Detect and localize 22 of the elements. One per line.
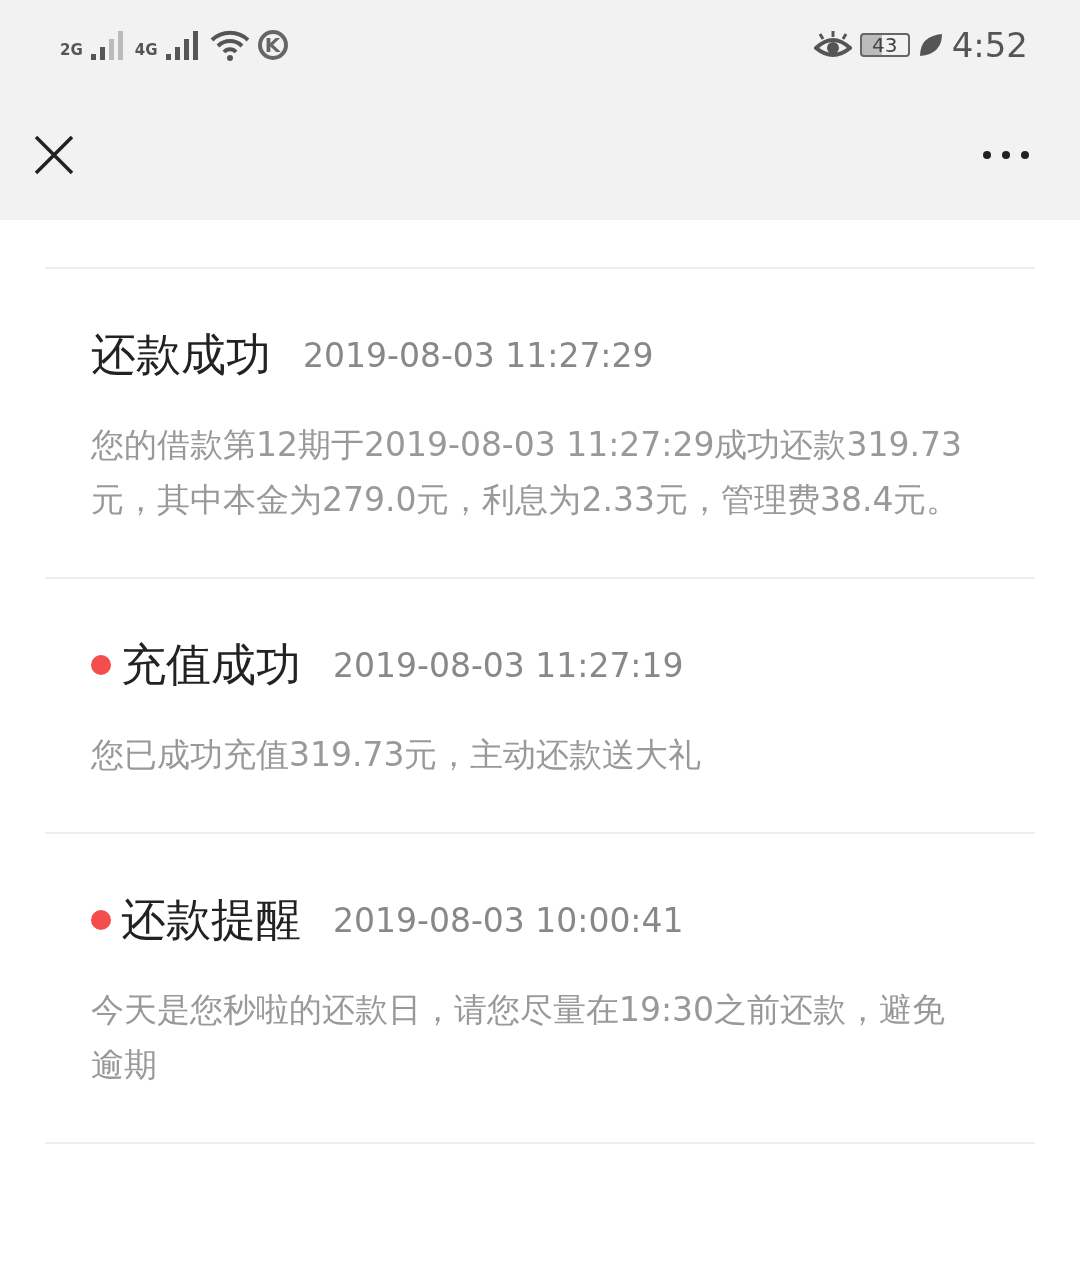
k-badge-icon: K: [257, 30, 288, 60]
sim-label: 2G: [60, 41, 83, 59]
battery-level: 43: [859, 33, 910, 57]
message-body: 今天是您秒啦的还款日，请您尽量在19:30之前还款，避免逾期: [91, 989, 947, 1086]
message-item[interactable]: 还款提醒 2019-08-03 10:00:41 今天是您秒啦的还款日，请您尽量在19:30之前还款，避免逾期: [45, 834, 1035, 1144]
message-title: 还款提醒: [121, 892, 301, 948]
message-title: 还款成功: [91, 327, 271, 383]
message-time: 2019-08-03 10:00:41: [333, 900, 684, 940]
eye-icon: [813, 30, 852, 60]
more-button[interactable]: [982, 150, 1030, 160]
leaf-icon: [917, 32, 944, 58]
message-title: 充值成功: [121, 637, 301, 693]
wifi-icon: [209, 29, 250, 61]
message-body: 您已成功充值319.73元，主动还款送大礼: [91, 734, 703, 776]
close-button[interactable]: [34, 135, 74, 175]
message-item[interactable]: 还款成功 2019-08-03 11:27:29 您的借款第12期于2019-08-03 11:27:29成功还款319.73元，其中本金为279.0元，利息为2.33元，管理费38.4元。: [45, 269, 1035, 579]
sim-label: 4G: [134, 41, 158, 59]
message-body: 您的借款第12期于2019-08-03 11:27:29成功还款319.73元，其中本金为279.0元，利息为2.33元，管理费38.4元。: [91, 424, 963, 521]
message-item[interactable]: 充值成功 2019-08-03 11:27:19 您已成功充值319.73元，主动还款送大礼: [45, 579, 1035, 834]
message-time: 2019-08-03 11:27:29: [303, 335, 654, 375]
message-time: 2019-08-03 11:27:19: [333, 645, 684, 685]
clock-time: 4:52: [951, 25, 1028, 65]
